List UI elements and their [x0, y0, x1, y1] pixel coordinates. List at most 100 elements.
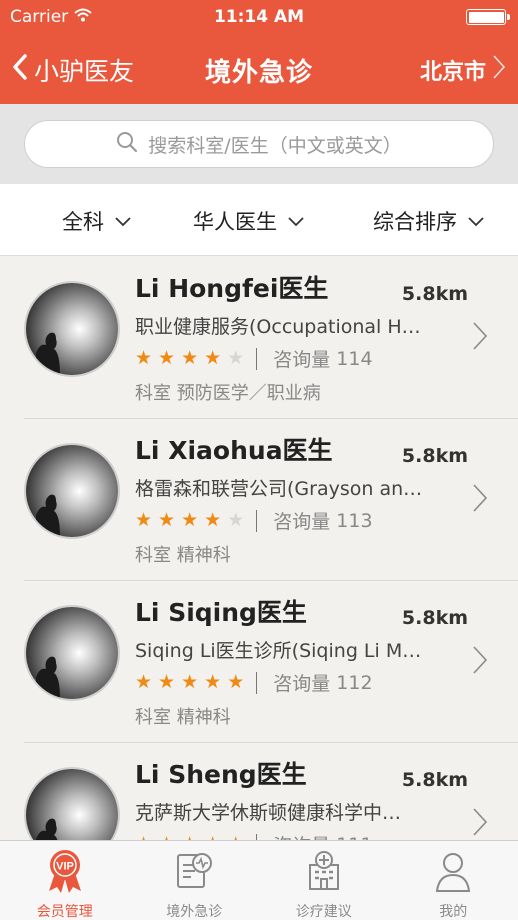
- doctor-avatar: [24, 767, 120, 840]
- doctor-avatar: [24, 605, 120, 701]
- star-filled-icon: ★: [158, 347, 176, 369]
- medical-report-icon: [174, 849, 214, 901]
- hospital-icon: [304, 849, 344, 901]
- star-empty-icon: ★: [227, 509, 245, 531]
- tab-label: 境外急诊: [166, 904, 223, 920]
- chevron-right-icon: [472, 645, 488, 679]
- divider: [256, 347, 258, 370]
- filter-sort[interactable]: 综合排序: [373, 206, 485, 236]
- star-rating: ★★★★★: [135, 511, 244, 530]
- filter-label: 华人医生: [193, 210, 277, 234]
- status-bar: Carrier 11:14 AM: [0, 0, 518, 34]
- star-filled-icon: ★: [158, 509, 176, 531]
- star-filled-icon: ★: [181, 509, 199, 531]
- doctor-distance: 5.8km: [401, 607, 468, 629]
- search-icon: [116, 131, 138, 158]
- star-filled-icon: ★: [135, 347, 153, 369]
- consult-label: 咨询量: [273, 511, 331, 533]
- dept-label: 科室: [135, 383, 171, 404]
- doctor-list: Li Hongfei医生 5.8km 职业健康服务(Occupational H…: [0, 257, 518, 840]
- tab-advice[interactable]: 诊疗建议: [259, 841, 389, 920]
- star-filled-icon: ★: [135, 671, 153, 693]
- chevron-right-icon: [492, 54, 506, 86]
- divider: [256, 509, 258, 532]
- tab-bar: VIP 会员管理 境外急诊 诊疗建议 我的: [0, 840, 518, 920]
- doctor-distance: 5.8km: [401, 769, 468, 791]
- doctor-distance: 5.8km: [401, 445, 468, 467]
- consult-label: 咨询量: [273, 673, 331, 695]
- doctor-organization: 格雷森和联营公司(Grayson an…: [135, 478, 423, 500]
- filter-bar: 全科 华人医生 综合排序: [0, 184, 518, 256]
- divider: [256, 671, 258, 694]
- star-filled-icon: ★: [181, 671, 199, 693]
- battery-icon: [466, 9, 510, 25]
- vip-ribbon-icon: VIP: [45, 849, 85, 901]
- doctor-department: 科室 精神科: [135, 703, 231, 729]
- doctor-name: Li Sheng医生: [135, 760, 307, 789]
- search-placeholder: 搜索科室/医生（中文或英文）: [148, 134, 402, 157]
- doctor-department: 科室 预防医学／职业病: [135, 379, 321, 405]
- doctor-row[interactable]: Li Sheng医生 5.8km 克萨斯大学休斯顿健康科学中… ★★★★★ 咨询…: [0, 743, 518, 840]
- consult-count: 114: [336, 347, 373, 370]
- doctor-organization: 克萨斯大学休斯顿健康科学中…: [135, 802, 402, 824]
- filter-doctor-type[interactable]: 华人医生: [193, 206, 305, 236]
- doctor-row[interactable]: Li Hongfei医生 5.8km 职业健康服务(Occupational H…: [0, 257, 518, 419]
- consult-label: 咨询量: [273, 831, 330, 840]
- star-rating: ★★★★★: [135, 673, 244, 692]
- doctor-distance: 5.8km: [401, 283, 468, 305]
- dept-label: 科室: [135, 707, 171, 728]
- app-header: Carrier 11:14 AM 小驴医友 境外急诊 北京市: [0, 0, 518, 104]
- doctor-rating: ★ ★ ★ ★ ★ 咨询量 114: [135, 345, 373, 372]
- doctor-rating: ★★★★★ 咨询量 111: [135, 831, 373, 840]
- doctor-row[interactable]: Li Xiaohua医生 5.8km 格雷森和联营公司(Grayson an… …: [0, 419, 518, 581]
- star-filled-icon: ★: [181, 347, 199, 369]
- filter-label: 全科: [62, 210, 104, 234]
- tab-emergency[interactable]: 境外急诊: [130, 841, 260, 920]
- star-filled-icon: ★: [204, 347, 222, 369]
- tab-label: 会员管理: [36, 904, 93, 920]
- doctor-department: 科室 精神科: [135, 541, 231, 567]
- city-selector[interactable]: 北京市: [420, 54, 506, 86]
- dept-value: 预防医学／职业病: [176, 383, 321, 404]
- star-rating: ★★★★★: [135, 349, 244, 368]
- star-filled-icon: ★: [158, 671, 176, 693]
- search-area: 搜索科室/医生（中文或英文）: [0, 104, 518, 184]
- chevron-right-icon: [472, 807, 488, 840]
- doctor-name: Li Hongfei医生: [135, 274, 329, 303]
- tab-profile[interactable]: 我的: [389, 841, 518, 920]
- filter-label: 综合排序: [373, 210, 457, 234]
- chevron-right-icon: [472, 483, 488, 517]
- chevron-down-icon: [467, 209, 485, 233]
- star-filled-icon: ★: [227, 671, 245, 693]
- consult-label: 咨询量: [273, 349, 331, 371]
- chevron-down-icon: [114, 209, 132, 233]
- city-label: 北京市: [419, 60, 486, 85]
- consult-count: 113: [336, 509, 373, 532]
- doctor-organization: Siqing Li医生诊所(Siqing Li M…: [135, 640, 422, 662]
- chevron-right-icon: [472, 321, 488, 355]
- doctor-avatar: [24, 281, 120, 377]
- star-empty-icon: ★: [227, 347, 245, 369]
- person-icon: [433, 849, 473, 901]
- status-time: 11:14 AM: [213, 7, 305, 27]
- filter-department[interactable]: 全科: [62, 206, 132, 236]
- star-filled-icon: ★: [135, 509, 153, 531]
- search-input[interactable]: 搜索科室/医生（中文或英文）: [24, 120, 494, 168]
- svg-text:VIP: VIP: [56, 861, 74, 873]
- nav-bar: 小驴医友 境外急诊 北京市: [0, 34, 518, 104]
- star-filled-icon: ★: [204, 509, 222, 531]
- chevron-down-icon: [287, 209, 305, 233]
- tab-label: 我的: [439, 904, 468, 920]
- consult-count: 112: [336, 671, 373, 694]
- dept-value: 精神科: [176, 545, 231, 566]
- dept-value: 精神科: [176, 707, 231, 728]
- dept-label: 科室: [135, 545, 171, 566]
- doctor-organization: 职业健康服务(Occupational H…: [135, 316, 421, 338]
- doctor-rating: ★ ★ ★ ★ ★ 咨询量 113: [135, 507, 373, 534]
- doctor-row[interactable]: Li Siqing医生 5.8km Siqing Li医生诊所(Siqing L…: [0, 581, 518, 743]
- tab-membership[interactable]: VIP 会员管理: [0, 841, 130, 920]
- doctor-name: Li Siqing医生: [135, 598, 307, 627]
- doctor-avatar: [24, 443, 120, 539]
- star-filled-icon: ★: [204, 671, 222, 693]
- tab-label: 诊疗建议: [295, 904, 352, 920]
